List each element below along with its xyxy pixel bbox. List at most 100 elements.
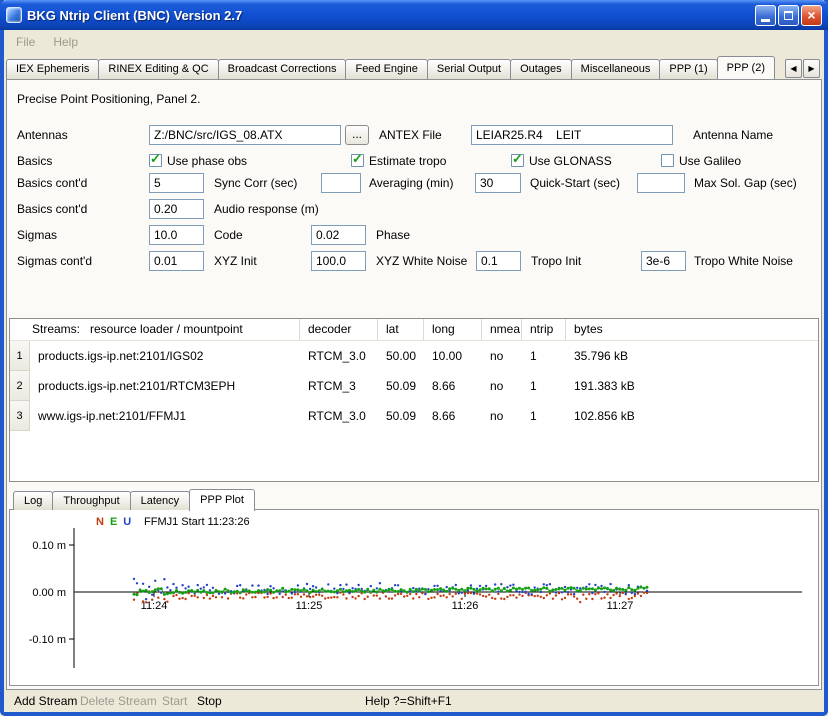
help-hint: Help ?=Shift+F1 (365, 690, 452, 712)
panel-caption: Precise Point Positioning, Panel 2. (17, 92, 200, 106)
ppp-plot-panel: 0.10 m 0.00 m -0.10 m 11:24 11:25 11:26 … (9, 509, 819, 686)
start-button[interactable]: Start (162, 690, 187, 712)
row-number: 2 (10, 371, 30, 401)
table-row[interactable]: 1 products.igs-ip.net:2101/IGS02 RTCM_3.… (10, 341, 818, 371)
tab-broadcast-corrections[interactable]: Broadcast Corrections (218, 59, 347, 79)
tropo-init-input[interactable] (476, 251, 521, 271)
menu-file[interactable]: File (14, 33, 37, 51)
titlebar: BKG Ntrip Client (BNC) Version 2.7 × (0, 0, 828, 30)
antex-path-input[interactable] (149, 125, 341, 145)
estimate-tropo-label: Estimate tropo (369, 151, 446, 171)
cell-lat: 50.09 (378, 401, 424, 431)
sigmas-contd-label: Sigmas cont'd (17, 251, 92, 271)
use-galileo-checkbox[interactable]: ✓ (661, 154, 674, 167)
use-glonass-checkbox[interactable]: ✓ (511, 154, 524, 167)
tab-feed-engine[interactable]: Feed Engine (345, 59, 427, 79)
estimate-tropo-checkbox[interactable]: ✓ (351, 154, 364, 167)
table-row[interactable]: 3 www.igs-ip.net:2101/FFMJ1 RTCM_3.0 50.… (10, 401, 818, 431)
header-ntrip: ntrip (522, 319, 566, 340)
ppp-panel-page: Precise Point Positioning, Panel 2. Ante… (6, 79, 822, 690)
cell-mountpoint: products.igs-ip.net:2101/IGS02 (30, 341, 300, 371)
cell-long: 8.66 (424, 401, 482, 431)
plot-points (133, 578, 649, 604)
averaging-input[interactable] (321, 173, 361, 193)
header-decoder: decoder (300, 319, 378, 340)
row-number: 3 (10, 401, 30, 431)
sigma-phase-input[interactable] (311, 225, 366, 245)
maximize-button[interactable] (778, 5, 799, 26)
audio-response-input[interactable] (149, 199, 204, 219)
sigma-code-input[interactable] (149, 225, 204, 245)
cell-decoder: RTCM_3 (300, 371, 378, 401)
sync-corr-input[interactable] (149, 173, 204, 193)
close-button[interactable]: × (801, 5, 822, 26)
cell-nmea: no (482, 341, 522, 371)
sigmas-label: Sigmas (17, 225, 57, 245)
tropo-white-noise-input[interactable] (641, 251, 686, 271)
legend-north: N (96, 516, 104, 528)
close-icon: × (807, 8, 815, 22)
use-phase-obs-label: Use phase obs (167, 151, 247, 171)
tab-scroll-right-button[interactable]: ▶ (803, 59, 820, 78)
basics-label: Basics (17, 151, 52, 171)
header-streams: Streams: resource loader / mountpoint (10, 319, 300, 340)
header-nmea: nmea (482, 319, 522, 340)
max-sol-gap-label: Max Sol. Gap (sec) (694, 173, 797, 193)
legend-east: E (110, 516, 117, 528)
cell-bytes: 35.796 kB (566, 341, 818, 371)
tab-throughput[interactable]: Throughput (52, 491, 130, 510)
x-tick-label: 11:26 (452, 600, 479, 612)
cell-lat: 50.00 (378, 341, 424, 371)
tab-scroll-left-button[interactable]: ◀ (785, 59, 802, 78)
antennas-label: Antennas (17, 125, 68, 145)
tab-ppp-plot[interactable]: PPP Plot (189, 489, 255, 511)
minimize-button[interactable] (755, 5, 776, 26)
delete-stream-button[interactable]: Delete Stream (80, 690, 157, 712)
xyz-init-input[interactable] (149, 251, 204, 271)
xyz-white-noise-label: XYZ White Noise (376, 251, 467, 271)
y-tick-label: -0.10 m (29, 634, 66, 646)
stop-button[interactable]: Stop (197, 690, 222, 712)
x-tick-label: 11:25 (296, 600, 323, 612)
tropo-init-label: Tropo Init (531, 251, 581, 271)
basics-contd-label: Basics cont'd (17, 173, 87, 193)
add-stream-button[interactable]: Add Stream (14, 690, 77, 712)
use-galileo-label: Use Galileo (679, 151, 741, 171)
maximize-icon (784, 11, 793, 20)
tab-ppp-2[interactable]: PPP (2) (717, 56, 775, 79)
xyz-white-noise-input[interactable] (311, 251, 366, 271)
minimize-icon (761, 19, 770, 22)
tab-outages[interactable]: Outages (510, 59, 572, 79)
xyz-init-label: XYZ Init (214, 251, 257, 271)
tab-rinex-editing-qc[interactable]: RINEX Editing & QC (98, 59, 218, 79)
table-row[interactable]: 2 products.igs-ip.net:2101/RTCM3EPH RTCM… (10, 371, 818, 401)
check-icon: ✓ (150, 151, 161, 167)
averaging-label: Averaging (min) (369, 173, 453, 193)
ppp-plot-chart: 0.10 m 0.00 m -0.10 m 11:24 11:25 11:26 … (10, 510, 816, 685)
cell-ntrip: 1 (522, 401, 566, 431)
sigma-phase-label: Phase (376, 225, 410, 245)
antenna-name-input[interactable] (471, 125, 673, 145)
menu-help[interactable]: Help (51, 33, 80, 51)
tab-latency[interactable]: Latency (130, 491, 191, 510)
tab-ppp-1[interactable]: PPP (1) (659, 59, 717, 79)
check-icon: ✓ (512, 151, 523, 167)
header-long: long (424, 319, 482, 340)
tab-log[interactable]: Log (13, 491, 53, 510)
x-tick-label: 11:27 (607, 600, 634, 612)
use-glonass-label: Use GLONASS (529, 151, 612, 171)
use-phase-obs-checkbox[interactable]: ✓ (149, 154, 162, 167)
max-sol-gap-input[interactable] (637, 173, 685, 193)
cell-long: 10.00 (424, 341, 482, 371)
browse-button[interactable]: ... (345, 125, 369, 145)
x-tick-label: 11:24 (141, 600, 168, 612)
sigma-code-label: Code (214, 225, 243, 245)
cell-nmea: no (482, 401, 522, 431)
quick-start-input[interactable] (475, 173, 521, 193)
row-number: 1 (10, 341, 30, 371)
menubar: File Help (4, 30, 824, 54)
antenna-name-label: Antenna Name (693, 125, 773, 145)
tab-miscellaneous[interactable]: Miscellaneous (571, 59, 661, 79)
tab-serial-output[interactable]: Serial Output (427, 59, 511, 79)
tab-iex-ephemeris[interactable]: IEX Ephemeris (6, 59, 99, 79)
